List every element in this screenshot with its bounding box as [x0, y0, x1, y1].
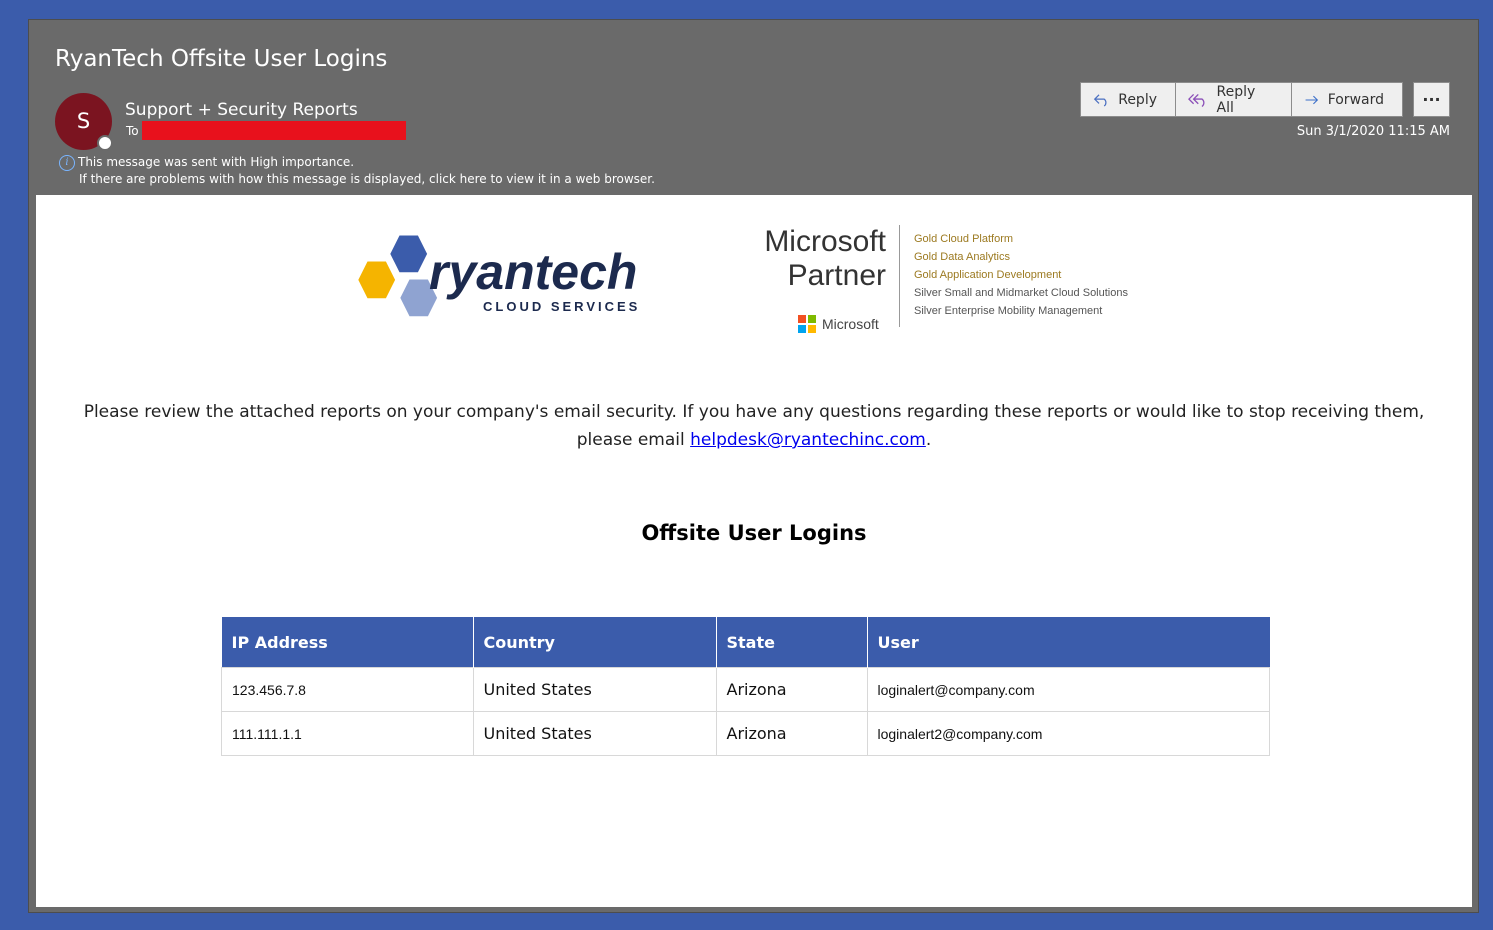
intro-text: Please review the attached reports on yo…	[36, 398, 1472, 454]
partner-divider	[899, 225, 900, 327]
intro-line-2-prefix: please email	[576, 430, 691, 450]
ryantech-tagline: CLOUD SERVICES	[483, 299, 640, 314]
reply-label: Reply	[1118, 91, 1157, 108]
presence-indicator-icon	[97, 135, 113, 151]
more-actions-button[interactable]: ···	[1413, 82, 1450, 117]
competency-item: Gold Application Development	[914, 269, 1062, 281]
email-reading-pane: RyanTech Offsite User Logins S Support +…	[28, 19, 1479, 913]
message-body: ryantech CLOUD SERVICES Microsoft Partne…	[36, 195, 1472, 907]
ms-partner: Partner	[787, 259, 886, 292]
hexagon-dark-blue	[390, 235, 428, 273]
intro-line-1: Please review the attached reports on yo…	[83, 402, 1425, 422]
user-cell: loginalert2@company.com	[866, 711, 1270, 756]
forward-icon	[1305, 95, 1319, 104]
ms-small-label: Microsoft	[822, 316, 879, 332]
user-cell: loginalert@company.com	[866, 667, 1270, 712]
microsoft-icon	[798, 315, 816, 333]
column-header: Country	[473, 617, 717, 668]
hexagon-yellow	[358, 261, 396, 299]
column-header: User	[867, 617, 1270, 668]
forward-button[interactable]: Forward	[1292, 82, 1403, 117]
to-label: To	[126, 124, 139, 138]
reply-all-icon	[1188, 93, 1205, 107]
helpdesk-email-link[interactable]: helpdesk@ryantechinc.com	[690, 430, 926, 450]
intro-line-2-suffix: .	[925, 430, 932, 450]
report-title: Offsite User Logins	[641, 521, 867, 545]
reply-all-button[interactable]: Reply All	[1176, 82, 1292, 117]
competency-item: Gold Cloud Platform	[914, 233, 1014, 245]
info-icon: i	[59, 155, 75, 171]
table-header-row: IP Address Country State User	[221, 617, 1270, 668]
ip-address-cell: 111.111.1.1	[221, 711, 474, 756]
ip-address-cell: 123.456.7.8	[221, 667, 474, 712]
state-cell: Arizona	[715, 667, 868, 712]
competency-item: Silver Enterprise Mobility Management	[914, 305, 1103, 317]
ms-word: Microsoft	[764, 225, 886, 258]
received-date: Sun 3/1/2020 11:15 AM	[1296, 124, 1450, 139]
column-header: State	[716, 617, 868, 668]
reply-icon	[1093, 93, 1107, 107]
display-notice-link[interactable]: If there are problems with how this mess…	[79, 172, 655, 186]
column-header: IP Address	[221, 617, 474, 668]
table-row: 123.456.7.8 United States Arizona logina…	[221, 667, 1270, 712]
state-cell: Arizona	[715, 711, 868, 756]
email-subject: RyanTech Offsite User Logins	[55, 46, 388, 72]
message-actions: Reply Reply All Forward ···	[1080, 82, 1450, 118]
table-row: 111.111.1.1 United States Arizona logina…	[221, 711, 1270, 756]
reply-all-label: Reply All	[1216, 83, 1256, 116]
ryantech-logo: ryantech CLOUD SERVICES	[358, 235, 640, 317]
competency-item: Silver Small and Midmarket Cloud Solutio…	[914, 287, 1128, 299]
sender-name[interactable]: Support + Security Reports	[125, 100, 358, 120]
country-cell: United States	[472, 711, 717, 756]
recipient-redaction	[142, 121, 406, 140]
competency-item: Gold Data Analytics	[914, 251, 1010, 263]
country-cell: United States	[472, 667, 717, 712]
logins-table: IP Address Country State User 123.456.7.…	[221, 617, 1270, 756]
ryantech-wordmark: ryantech	[429, 244, 637, 300]
reply-button[interactable]: Reply	[1080, 82, 1176, 117]
forward-label: Forward	[1327, 91, 1384, 108]
importance-notice: This message was sent with High importan…	[78, 155, 355, 169]
